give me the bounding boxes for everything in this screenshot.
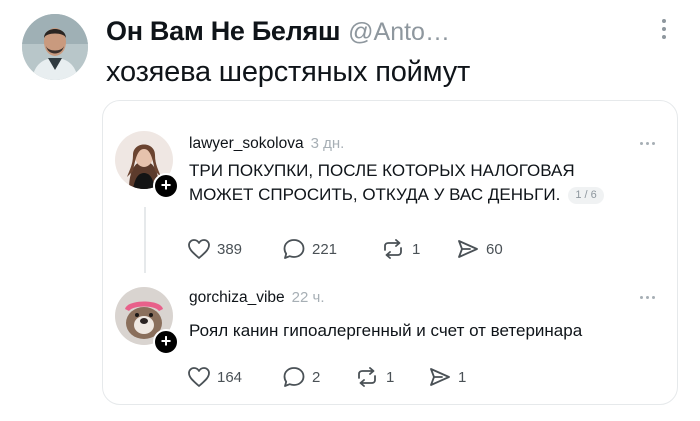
heart-icon: [188, 239, 210, 259]
like-button[interactable]: 164: [187, 366, 282, 388]
repost-icon: [358, 367, 376, 387]
repost-button[interactable]: 1: [380, 238, 456, 260]
post-meta: lawyer_sokolova 3 дн.: [189, 135, 344, 153]
post-text: Роял канин гипоалергенный и счет от вете…: [189, 321, 583, 340]
author-avatar-image: [22, 14, 88, 80]
post-username[interactable]: lawyer_sokolova: [189, 135, 304, 153]
post-time: 22 ч.: [291, 289, 325, 306]
post-actions: 389 221 1 60: [187, 236, 503, 262]
share-button[interactable]: 1: [428, 366, 466, 388]
post-text-line-with-badge: МОЖЕТ СПРОСИТЬ, ОТКУДА У ВАС ДЕНЬГИ. 1 / …: [189, 183, 604, 207]
share-button[interactable]: 60: [456, 238, 503, 260]
post-username[interactable]: gorchiza_vibe: [189, 289, 285, 307]
heart-icon: [188, 367, 210, 387]
post-text-line: МОЖЕТ СПРОСИТЬ, ОТКУДА У ВАС ДЕНЬГИ.: [189, 185, 561, 204]
carousel-page-badge: 1 / 6: [568, 187, 604, 204]
post-text-line: ТРИ ПОКУПКИ, ПОСЛЕ КОТОРЫХ НАЛОГОВАЯ: [189, 161, 575, 180]
reply-button[interactable]: 2: [282, 366, 354, 388]
tweet-text: хозяева шерстяных поймут: [106, 56, 471, 88]
follow-plus-icon[interactable]: +: [153, 329, 179, 355]
follow-plus-icon[interactable]: +: [153, 173, 179, 199]
quoted-thread-card[interactable]: + lawyer_sokolova 3 дн. ТРИ ПОКУПКИ, ПОС…: [102, 100, 678, 405]
post-time: 3 дн.: [310, 135, 345, 152]
reply-count: 221: [312, 240, 338, 258]
more-options-icon[interactable]: [654, 14, 674, 44]
author-avatar[interactable]: [22, 14, 88, 80]
like-count: 389: [217, 240, 243, 258]
post-text: ТРИ ПОКУПКИ, ПОСЛЕ КОТОРЫХ НАЛОГОВАЯ МОЖ…: [189, 159, 604, 207]
post-more-icon[interactable]: [635, 137, 659, 149]
share-count: 1: [458, 368, 467, 386]
tweet-header: Он Вам Не Беляш @Anto…: [106, 16, 450, 50]
post-meta: gorchiza_vibe 22 ч.: [189, 289, 325, 307]
reply-button[interactable]: 221: [282, 238, 380, 260]
speech-bubble-icon: [283, 239, 305, 259]
author-display-name[interactable]: Он Вам Не Беляш: [106, 16, 340, 47]
repost-count: 1: [412, 240, 421, 258]
speech-bubble-icon: [283, 367, 305, 387]
like-count: 164: [217, 368, 243, 386]
author-handle[interactable]: @Anto…: [348, 18, 450, 47]
send-icon: [430, 368, 450, 386]
thread-connector-line: [144, 207, 146, 273]
reply-count: 2: [312, 368, 321, 386]
repost-count: 1: [386, 368, 395, 386]
post-actions: 164 2 1 1: [187, 364, 466, 390]
like-button[interactable]: 389: [187, 238, 282, 260]
post-more-icon[interactable]: [635, 291, 659, 303]
repost-icon: [384, 239, 402, 259]
send-icon: [458, 240, 478, 258]
repost-button[interactable]: 1: [354, 366, 428, 388]
share-count: 60: [486, 240, 503, 258]
tweet: Он Вам Не Беляш @Anto… хозяева шерстяных…: [0, 0, 700, 421]
